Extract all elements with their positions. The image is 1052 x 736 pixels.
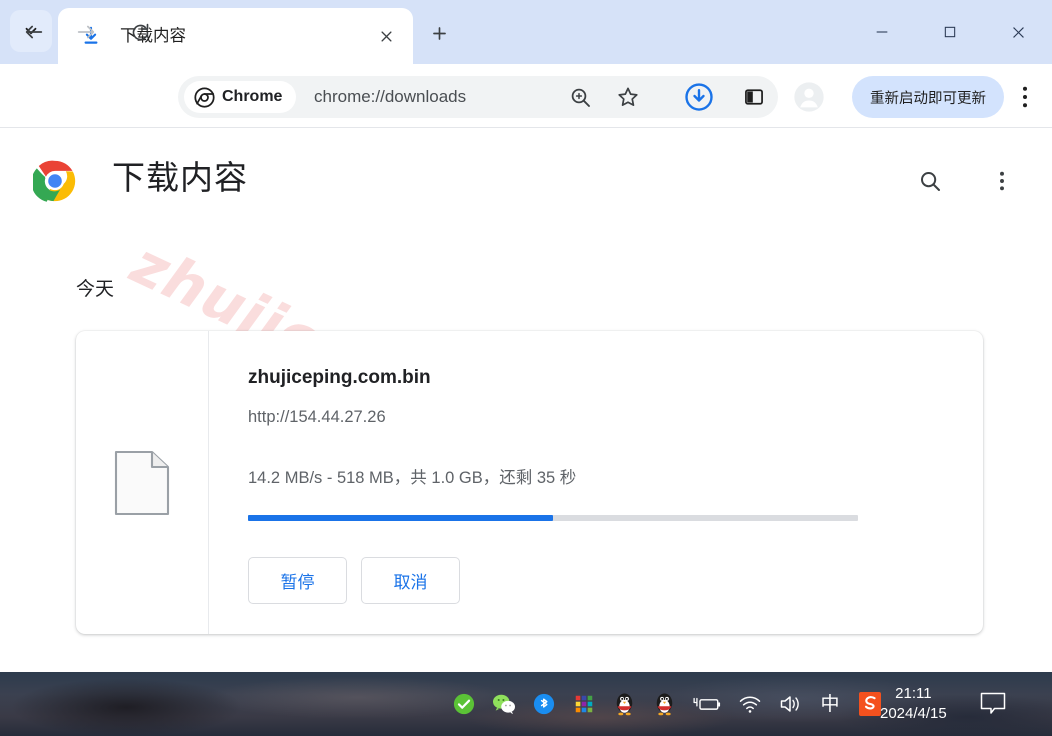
wifi-icon[interactable] bbox=[738, 692, 762, 716]
notification-bubble-icon bbox=[980, 692, 1006, 714]
system-tray: 中 bbox=[452, 672, 882, 736]
forward-button[interactable] bbox=[66, 12, 106, 52]
update-button-label: 重新启动即可更新 bbox=[870, 90, 986, 107]
profile-button[interactable] bbox=[788, 76, 830, 118]
new-tab-button[interactable] bbox=[424, 18, 454, 48]
color-grid-icon[interactable] bbox=[572, 692, 596, 716]
chrome-chip-label: Chrome bbox=[222, 88, 283, 105]
chrome-source-chip[interactable]: Chrome bbox=[184, 81, 297, 113]
star-icon[interactable] bbox=[616, 85, 640, 109]
section-header-today: 今天 bbox=[76, 279, 115, 300]
maximize-button[interactable] bbox=[916, 0, 984, 64]
download-action-buttons: 暂停 取消 bbox=[248, 557, 460, 604]
ime-indicator[interactable]: 中 bbox=[818, 692, 842, 716]
download-progress-fill bbox=[248, 515, 553, 521]
minimize-button[interactable] bbox=[848, 0, 916, 64]
tab-close-button[interactable] bbox=[373, 23, 399, 49]
forward-arrow-icon bbox=[77, 25, 95, 39]
ime-label: 中 bbox=[820, 693, 840, 715]
download-filename[interactable]: zhujiceping.com.bin bbox=[248, 367, 431, 389]
chrome-logo-icon bbox=[33, 160, 76, 202]
browser-tab[interactable]: 下载内容 bbox=[58, 8, 413, 64]
taskbar-clock[interactable]: 21:11 2024/4/15 bbox=[880, 672, 947, 736]
plus-icon bbox=[432, 26, 446, 40]
cancel-button[interactable]: 取消 bbox=[361, 557, 460, 604]
browser-window: 下载内容 Chrome chrome://downloads 重新启动即可更新 … bbox=[0, 0, 1052, 736]
zoom-in-icon[interactable] bbox=[568, 85, 592, 109]
update-button[interactable]: 重新启动即可更新 bbox=[852, 76, 1004, 118]
file-document-icon bbox=[114, 450, 170, 515]
url-text: chrome://downloads bbox=[314, 87, 467, 106]
qq-penguin-icon[interactable] bbox=[612, 692, 636, 716]
download-file-icon-container bbox=[76, 331, 209, 634]
download-source-url: http://154.44.27.26 bbox=[248, 408, 386, 426]
download-circle-icon bbox=[685, 83, 713, 111]
minimize-icon bbox=[876, 31, 888, 33]
notification-center-button[interactable] bbox=[978, 690, 1008, 718]
reload-button[interactable] bbox=[120, 12, 160, 52]
back-arrow-icon bbox=[25, 25, 43, 39]
windows-taskbar: 中 21:11 2024/4/15 bbox=[0, 672, 1052, 736]
download-item-card[interactable]: zhujiceping.com.bin http://154.44.27.26 … bbox=[76, 331, 983, 634]
clock-time: 21:11 bbox=[895, 685, 932, 702]
clock-date: 2024/4/15 bbox=[880, 705, 947, 722]
close-icon bbox=[380, 30, 392, 42]
qq-penguin-icon[interactable] bbox=[652, 692, 676, 716]
window-controls bbox=[848, 0, 1052, 64]
download-details: zhujiceping.com.bin http://154.44.27.26 … bbox=[248, 331, 968, 634]
green-check-icon[interactable] bbox=[452, 692, 476, 716]
downloads-menu-button[interactable] bbox=[980, 159, 1024, 203]
close-window-button[interactable] bbox=[984, 0, 1052, 64]
download-status-text: 14.2 MB/s - 518 MB，共 1.0 GB，还剩 35 秒 bbox=[248, 469, 577, 487]
close-icon bbox=[1012, 26, 1024, 38]
search-icon bbox=[921, 172, 940, 191]
avatar-icon bbox=[794, 82, 824, 112]
battery-charging-icon[interactable] bbox=[692, 692, 722, 716]
reload-icon bbox=[132, 23, 148, 40]
downloads-page-header: 下载内容 bbox=[0, 129, 1052, 237]
bluetooth-icon[interactable] bbox=[532, 692, 556, 716]
downloads-button[interactable] bbox=[678, 76, 720, 118]
downloads-page: 下载内容 zhujiceping.com 今天 bbox=[0, 129, 1052, 672]
volume-icon[interactable] bbox=[778, 692, 802, 716]
download-progress-bar bbox=[248, 515, 858, 521]
sogou-icon[interactable] bbox=[858, 692, 882, 716]
downloads-search-button[interactable] bbox=[908, 159, 952, 203]
side-panel-button[interactable] bbox=[733, 76, 775, 118]
chrome-logo-icon bbox=[194, 86, 215, 108]
back-button[interactable] bbox=[14, 12, 54, 52]
wechat-icon[interactable] bbox=[492, 692, 516, 716]
three-dot-menu-icon bbox=[1000, 171, 1004, 191]
page-title: 下载内容 bbox=[112, 159, 248, 196]
browser-menu-button[interactable] bbox=[1014, 84, 1036, 110]
pause-button[interactable]: 暂停 bbox=[248, 557, 347, 604]
maximize-icon bbox=[944, 26, 956, 38]
side-panel-icon bbox=[745, 89, 763, 105]
